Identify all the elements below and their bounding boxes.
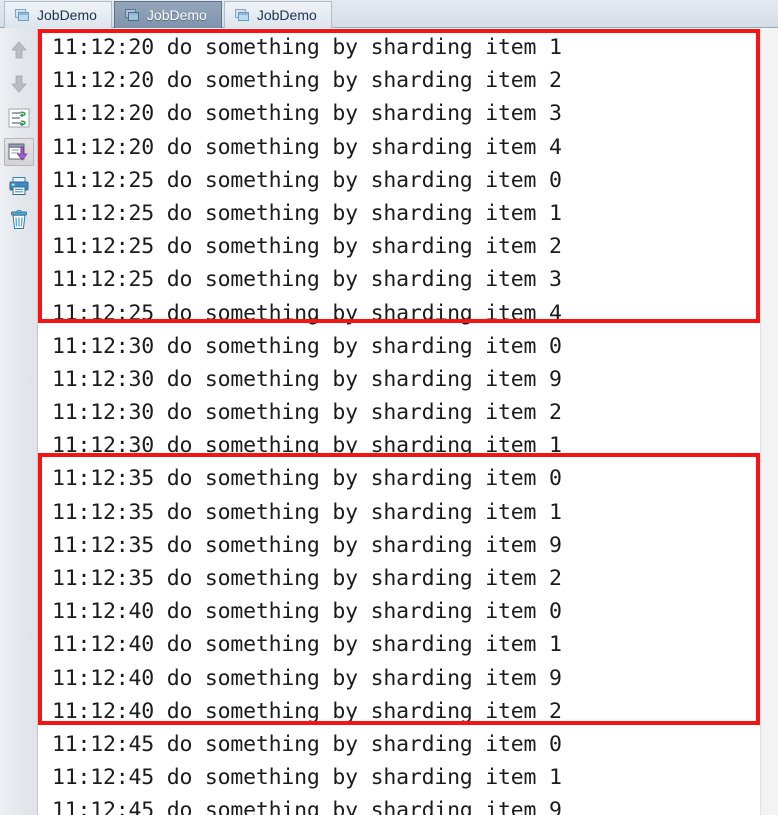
log-line: 11:12:45 do something by sharding item 1 [52,765,562,791]
log-line: 11:12:35 do something by sharding item 9 [52,532,562,558]
log-line: 11:12:40 do something by sharding item 9 [52,665,562,691]
console-window-icon [124,8,140,22]
log-line: 11:12:30 do something by sharding item 9 [52,366,562,392]
soft-wrap-button[interactable] [4,104,34,132]
log-line: 11:12:35 do something by sharding item 0 [52,466,562,492]
console-window-icon [234,8,250,22]
log-text[interactable]: 11:12:20 do something by sharding item 1… [38,28,760,815]
log-line: 11:12:45 do something by sharding item 0 [52,731,562,757]
log-line: 11:12:25 do something by sharding item 3 [52,267,562,293]
log-line: 11:12:30 do something by sharding item 2 [52,400,562,426]
log-line: 11:12:25 do something by sharding item 1 [52,200,562,226]
trash-icon [10,210,27,229]
tab-jobdemo-1[interactable]: JobDemo [4,1,112,28]
log-line: 11:12:20 do something by sharding item 4 [52,134,562,160]
print-button[interactable] [4,172,34,200]
clear-all-button[interactable] [4,206,34,234]
log-line: 11:12:20 do something by sharding item 3 [52,101,562,127]
arrow-up-icon [10,41,27,59]
tab-label: JobDemo [37,7,97,23]
tab-bar: JobDemo JobDemo JobDemo [0,0,778,28]
log-line: 11:12:25 do something by sharding item 4 [52,300,562,326]
printer-icon [9,177,28,195]
log-line: 11:12:20 do something by sharding item 2 [52,68,562,94]
log-line: 11:12:45 do something by sharding item 9 [52,798,562,815]
console-window: JobDemo JobDemo JobDemo 11:12:20 do some… [0,0,778,815]
log-line: 11:12:20 do something by sharding item 1 [52,35,562,60]
scroll-down-button[interactable] [4,70,34,98]
console-toolbar [0,28,38,815]
arrow-down-icon [10,75,27,93]
log-line: 11:12:40 do something by sharding item 2 [52,698,562,724]
tab-label: JobDemo [146,7,207,23]
export-file-icon [8,143,28,161]
log-line: 11:12:40 do something by sharding item 0 [52,599,562,625]
log-line: 11:12:30 do something by sharding item 0 [52,333,562,359]
log-line: 11:12:35 do something by sharding item 2 [52,566,562,591]
log-line: 11:12:30 do something by sharding item 1 [52,433,562,459]
tab-jobdemo-2[interactable]: JobDemo [113,1,222,28]
tab-label: JobDemo [256,7,317,23]
log-line: 11:12:40 do something by sharding item 1 [52,632,562,658]
log-line: 11:12:25 do something by sharding item 0 [52,167,562,193]
log-line: 11:12:35 do something by sharding item 1 [52,499,562,525]
log-line: 11:12:25 do something by sharding item 2 [52,234,562,260]
export-to-file-button[interactable] [3,138,34,166]
console-window-icon [15,8,30,22]
console-output-pane[interactable]: 11:12:20 do something by sharding item 1… [38,28,778,815]
scroll-up-button[interactable] [4,36,34,64]
tab-jobdemo-3[interactable]: JobDemo [223,1,332,28]
vertical-scrollbar[interactable] [760,28,778,815]
soft-wrap-icon [8,108,29,128]
